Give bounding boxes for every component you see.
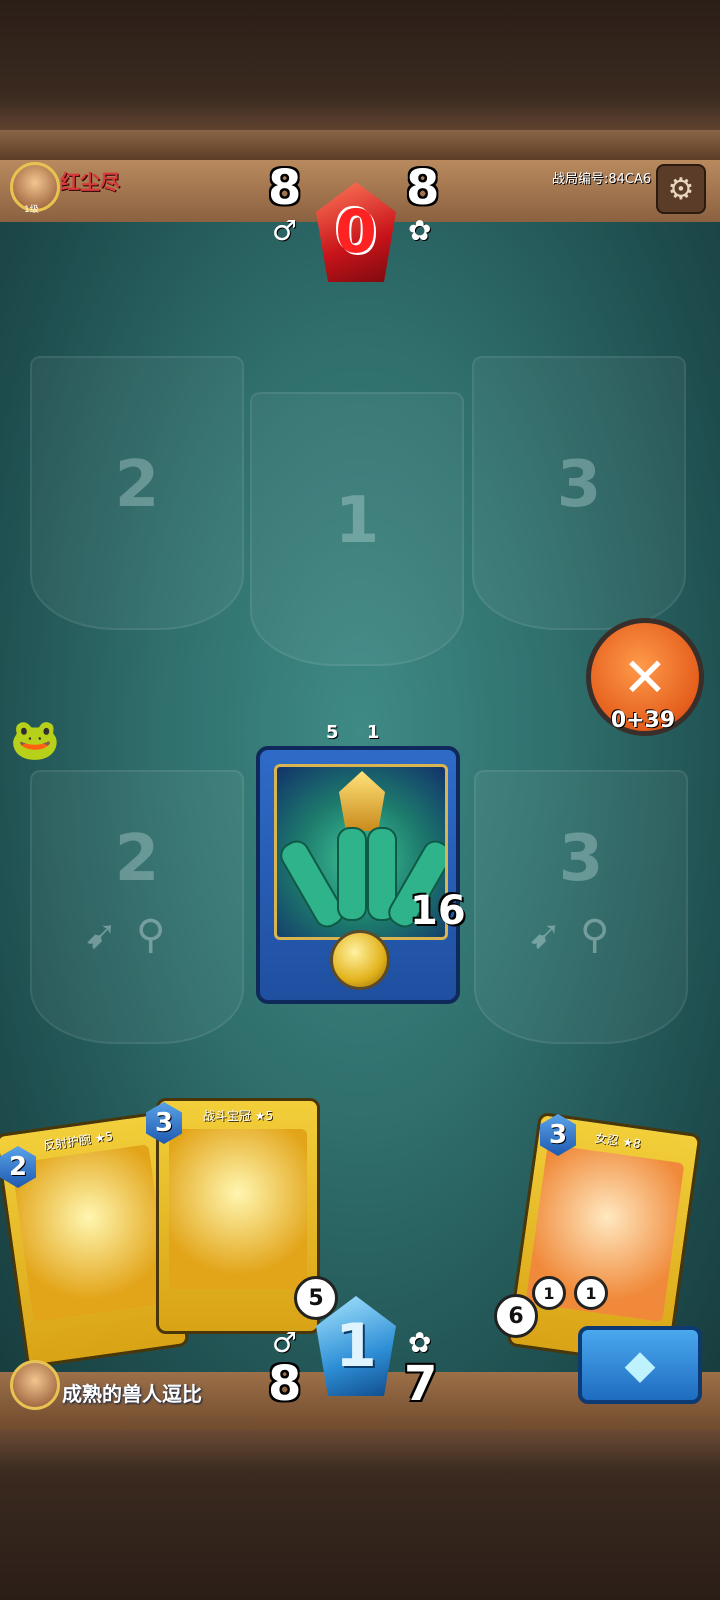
slot-number: 3 xyxy=(556,448,602,522)
unit-stats-row: 5 1 xyxy=(326,722,379,743)
unit-stat-b: 1 xyxy=(366,722,380,743)
paw-icon: ✿ xyxy=(408,1326,432,1359)
horn-icon: ♂ xyxy=(272,214,298,247)
swords-icon: ✕ xyxy=(622,645,668,709)
staff-icon: ⚲ xyxy=(136,912,166,958)
card-stat: 6 xyxy=(494,1294,538,1338)
opponent-level: 1级 xyxy=(24,205,39,215)
bow-icon: ➹ xyxy=(84,912,118,958)
crown-art xyxy=(169,1129,307,1289)
bottom-wood-frame xyxy=(0,1430,720,1600)
player-left-stat: 8 xyxy=(268,1356,302,1412)
battle-id: 战局编号:84CA6 xyxy=(552,172,652,187)
player-avatar[interactable] xyxy=(10,1360,60,1410)
unit-stat-a: 5 xyxy=(326,722,339,743)
enemy-slot-2[interactable]: 2 xyxy=(30,356,244,630)
center-unit-card[interactable] xyxy=(256,746,460,1004)
player-slot-2[interactable]: 2 ➹ ⚲ xyxy=(30,770,244,1044)
player-slot-3[interactable]: 3 ➹ ⚲ xyxy=(474,770,688,1044)
slot-number: 2 xyxy=(114,822,160,896)
opponent-left-stat: 8 xyxy=(268,160,302,216)
staff-icon: ⚲ xyxy=(580,912,610,958)
enemy-slot-3[interactable]: 3 xyxy=(472,356,686,630)
deploy-button[interactable]: ◆ xyxy=(578,1326,702,1404)
card-stat-small: 1 xyxy=(574,1276,608,1310)
player-right-stat: 7 xyxy=(404,1356,438,1412)
card-stat-small: 1 xyxy=(532,1276,566,1310)
unit-hp: 16 xyxy=(410,888,466,934)
frog-decoration: 🐸 xyxy=(10,717,60,763)
enemy-slot-1[interactable]: 1 xyxy=(250,392,464,666)
top-wood-frame xyxy=(0,0,720,160)
slot-number: 3 xyxy=(558,822,604,896)
helmet-shape xyxy=(339,771,385,831)
settings-icon[interactable]: ⚙ xyxy=(656,164,706,214)
opponent-name: 红尘尽 xyxy=(60,170,120,194)
coin-icon xyxy=(330,930,390,990)
opponent-right-stat: 8 xyxy=(406,160,440,216)
tentacle xyxy=(337,827,367,921)
player-name: 成熟的兽人逗比 xyxy=(62,1382,202,1406)
horn-icon: ♂ xyxy=(272,1326,298,1359)
player-score: 1 xyxy=(335,1311,377,1381)
card-stat: 5 xyxy=(294,1276,338,1320)
crystal-icon: ◆ xyxy=(624,1342,656,1388)
bow-icon: ➹ xyxy=(528,912,562,958)
attack-value: 0+39 xyxy=(610,708,676,733)
opponent-score: 0 xyxy=(335,197,377,267)
slot-number: 2 xyxy=(114,448,160,522)
paw-icon: ✿ xyxy=(408,214,432,247)
card-title: 战斗宝冠 ★5 xyxy=(202,1109,274,1123)
slot-number: 1 xyxy=(334,484,380,558)
